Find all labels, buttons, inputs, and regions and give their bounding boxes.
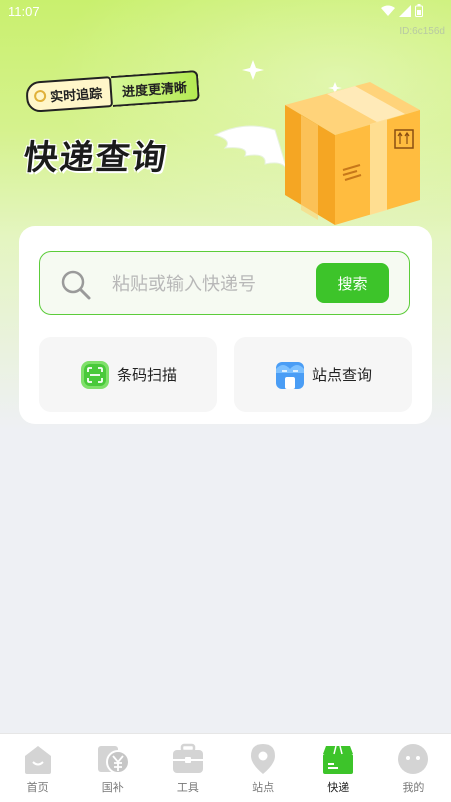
station-icon — [275, 361, 304, 389]
station-query-label: 站点查询 — [311, 366, 372, 384]
nav-label-station: 站点 — [252, 781, 275, 794]
nav-item-station[interactable]: 站点 — [226, 734, 301, 802]
toolbox-icon — [172, 743, 203, 773]
ring-icon — [33, 89, 47, 103]
nav-label-subsidy: 国补 — [101, 781, 124, 794]
nav-item-subsidy[interactable]: 国补 — [75, 734, 150, 802]
nav-item-express[interactable]: 快递 — [301, 734, 376, 802]
tracking-number-input[interactable] — [112, 272, 312, 296]
tag-progress: 进度更清晰 — [110, 70, 200, 107]
scan-icon — [80, 360, 109, 389]
subsidy-icon — [97, 746, 130, 774]
location-icon — [251, 744, 276, 774]
nav-item-tools[interactable]: 工具 — [150, 734, 225, 802]
page-title: 快递查询 — [21, 138, 170, 178]
home-icon — [24, 746, 51, 774]
package-icon — [323, 745, 354, 774]
search-button[interactable]: 搜索 — [316, 263, 389, 303]
bottom-nav: 首页 国补 工具 站点 快递 我的 — [0, 733, 451, 802]
tag-realtime: 实时追踪 — [25, 76, 114, 113]
tag-realtime-label: 实时追踪 — [49, 86, 103, 106]
profile-icon — [398, 744, 429, 774]
station-query-button[interactable]: 站点查询 — [234, 337, 412, 412]
signal-icon — [399, 4, 411, 17]
nav-item-home[interactable]: 首页 — [0, 734, 75, 802]
nav-item-profile[interactable]: 我的 — [376, 734, 451, 802]
winged-package-illustration — [213, 60, 420, 225]
search-icon — [61, 270, 91, 300]
search-bar[interactable]: 搜索 — [39, 251, 410, 315]
search-card: 搜索 条码扫描 站点查询 — [19, 226, 432, 424]
status-icons — [381, 4, 423, 17]
device-id: ID:6c156d — [399, 26, 445, 37]
wifi-icon — [381, 5, 395, 16]
nav-label-express: 快递 — [327, 781, 350, 794]
status-bar: 11:07 — [0, 0, 451, 24]
nav-label-profile: 我的 — [402, 781, 425, 794]
nav-label-tools: 工具 — [176, 781, 199, 794]
barcode-scan-button[interactable]: 条码扫描 — [39, 337, 217, 412]
battery-icon — [415, 4, 423, 17]
barcode-scan-label: 条码扫描 — [116, 366, 177, 384]
status-time: 11:07 — [8, 4, 40, 19]
nav-label-home: 首页 — [26, 781, 49, 794]
